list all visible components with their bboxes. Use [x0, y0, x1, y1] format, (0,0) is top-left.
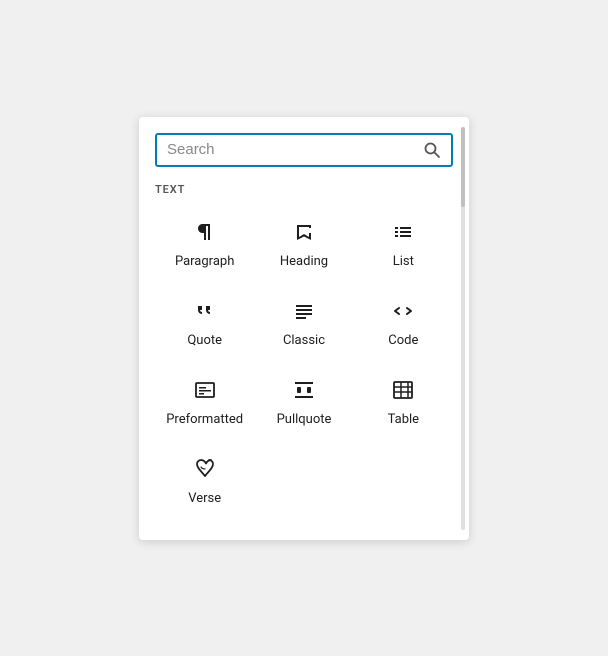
block-item-verse[interactable]: Verse	[155, 441, 254, 520]
block-item-quote[interactable]: Quote	[155, 283, 254, 362]
quote-icon	[193, 297, 217, 325]
search-wrapper	[155, 133, 453, 167]
code-label: Code	[388, 333, 418, 348]
block-item-preformatted[interactable]: Preformatted	[155, 362, 254, 441]
block-inserter-panel: TEXT Paragraph Heading	[139, 117, 469, 540]
verse-label: Verse	[188, 491, 221, 506]
paragraph-label: Paragraph	[175, 254, 234, 269]
block-item-list[interactable]: List	[354, 204, 453, 283]
section-label: TEXT	[155, 183, 453, 196]
heading-icon	[292, 218, 316, 246]
block-item-code[interactable]: Code	[354, 283, 453, 362]
code-icon	[391, 297, 415, 325]
pullquote-icon	[292, 376, 316, 404]
block-grid: Paragraph Heading	[155, 204, 453, 520]
scrollbar-thumb	[461, 127, 465, 207]
list-label: List	[393, 254, 414, 269]
block-item-paragraph[interactable]: Paragraph	[155, 204, 254, 283]
heading-label: Heading	[280, 254, 328, 269]
search-input[interactable]	[167, 141, 423, 158]
pullquote-label: Pullquote	[277, 412, 332, 427]
table-icon	[391, 376, 415, 404]
table-label: Table	[388, 412, 419, 427]
search-icon	[423, 141, 441, 159]
preformatted-icon	[193, 376, 217, 404]
block-item-heading[interactable]: Heading	[254, 204, 353, 283]
scrollbar[interactable]	[461, 127, 465, 530]
verse-icon	[193, 455, 217, 483]
paragraph-icon	[193, 218, 217, 246]
preformatted-label: Preformatted	[166, 412, 243, 427]
classic-label: Classic	[283, 333, 325, 348]
list-icon	[391, 218, 415, 246]
block-item-table[interactable]: Table	[354, 362, 453, 441]
quote-label: Quote	[187, 333, 222, 348]
classic-icon	[292, 297, 316, 325]
block-item-pullquote[interactable]: Pullquote	[254, 362, 353, 441]
block-item-classic[interactable]: Classic	[254, 283, 353, 362]
